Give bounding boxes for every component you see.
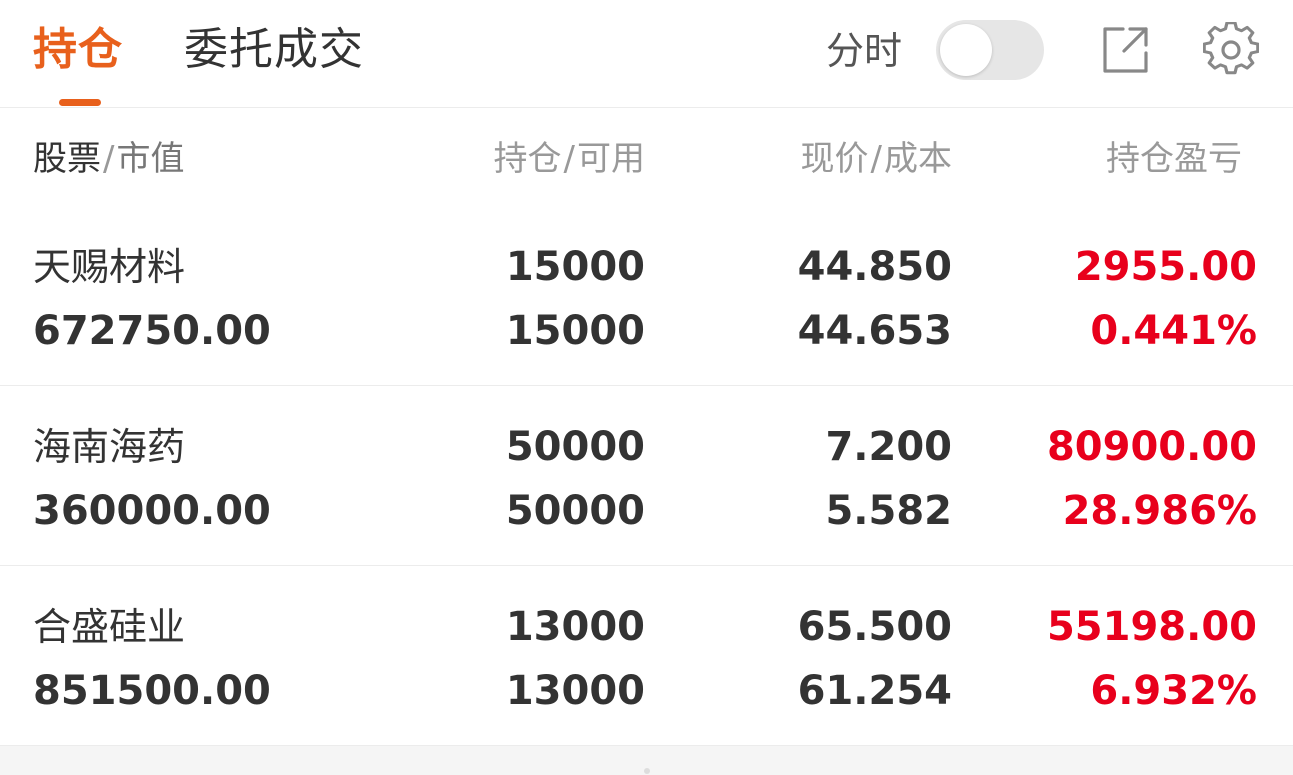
header-market-value: 市值	[116, 139, 185, 179]
position-row[interactable]: 海南海药 360000.00 50000 50000 7.200 5.582 8…	[0, 386, 1293, 566]
share-external-icon[interactable]	[1097, 22, 1153, 78]
pl-percent: 28.986%	[1062, 488, 1257, 534]
market-value: 851500.00	[33, 668, 271, 714]
tab-positions[interactable]: 持仓	[33, 22, 123, 78]
position-row[interactable]: 天赐材料 672750.00 15000 15000 44.850 44.653…	[0, 206, 1293, 386]
active-tab-indicator	[59, 99, 101, 106]
header-available: 可用	[577, 139, 645, 179]
column-header-price-cost: 现价/成本	[801, 134, 952, 184]
available-qty: 13000	[505, 668, 645, 714]
cost-price: 5.582	[825, 488, 952, 534]
cost-price: 61.254	[797, 668, 952, 714]
pl-amount: 55198.00	[1046, 604, 1257, 650]
pl-amount: 2955.00	[1074, 244, 1257, 290]
tab-orders-trades[interactable]: 委托成交	[184, 22, 364, 78]
available-qty: 50000	[505, 488, 645, 534]
header-separator: /	[103, 139, 115, 179]
header-separator: /	[870, 139, 882, 179]
stock-name: 合盛硅业	[33, 605, 186, 649]
gear-icon[interactable]	[1203, 22, 1259, 78]
column-header-stock-market-value: 股票/市值	[33, 134, 184, 184]
available-qty: 15000	[505, 308, 645, 354]
current-price: 65.500	[797, 604, 952, 650]
pl-percent: 0.441%	[1090, 308, 1257, 354]
column-header-position-pl[interactable]: 持仓盈亏	[1106, 134, 1293, 184]
header-separator: /	[563, 139, 575, 179]
bottom-indicator-dot	[644, 768, 650, 774]
toggle-knob	[940, 24, 992, 76]
stock-name: 海南海药	[33, 425, 186, 469]
tab-bar: 持仓 委托成交 分时	[0, 0, 1293, 108]
market-value: 672750.00	[33, 308, 271, 354]
position-row[interactable]: 合盛硅业 851500.00 13000 13000 65.500 61.254…	[0, 566, 1293, 746]
market-value: 360000.00	[33, 488, 271, 534]
holding-qty: 50000	[505, 424, 645, 470]
pl-percent: 6.932%	[1090, 668, 1257, 714]
timeshare-label: 分时	[826, 29, 903, 73]
holding-qty: 13000	[505, 604, 645, 650]
stock-name: 天赐材料	[33, 245, 186, 289]
positions-page: 持仓 委托成交 分时 股票/市值 持仓/可用 现价/成本 持仓盈亏 天赐材料 6…	[0, 0, 1293, 775]
header-holding: 持仓	[493, 139, 562, 179]
cost-price: 44.653	[797, 308, 952, 354]
column-header-holding-available: 持仓/可用	[494, 134, 645, 184]
holding-qty: 15000	[505, 244, 645, 290]
header-stock: 股票	[33, 139, 101, 179]
pl-amount: 80900.00	[1046, 424, 1257, 470]
header-price: 现价	[800, 139, 869, 179]
current-price: 44.850	[797, 244, 952, 290]
current-price: 7.200	[825, 424, 952, 470]
header-cost: 成本	[884, 139, 952, 179]
timeshare-toggle[interactable]	[936, 20, 1044, 80]
header-position-pl: 持仓盈亏	[1106, 139, 1242, 179]
